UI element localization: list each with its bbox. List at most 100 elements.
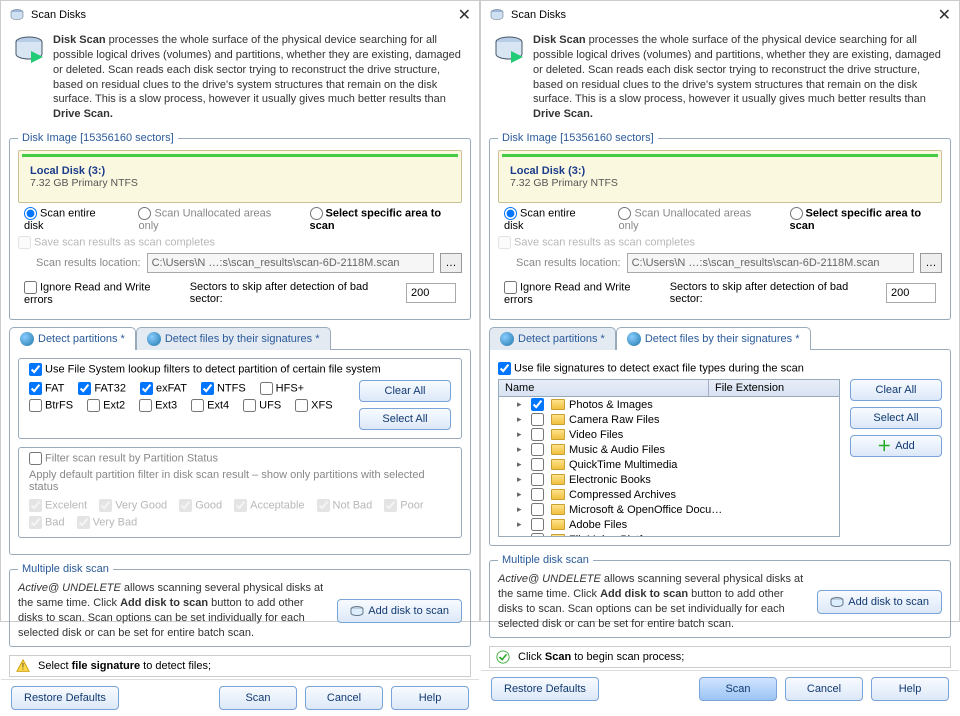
add-button[interactable]: ＋Add bbox=[850, 435, 942, 457]
expand-icon[interactable]: ▸ bbox=[517, 504, 527, 515]
fs-ext2-check[interactable]: Ext2 bbox=[87, 399, 125, 412]
close-icon[interactable]: ✕ bbox=[458, 5, 471, 25]
add-disk-button[interactable]: Add disk to scan bbox=[337, 599, 462, 623]
fs-hfs+-check[interactable]: HFS+ bbox=[260, 382, 304, 395]
cancel-button[interactable]: Cancel bbox=[305, 686, 383, 710]
tree-label: QuickTime Multimedia bbox=[569, 459, 677, 471]
radio-specific[interactable]: Select specific area to scan bbox=[310, 207, 456, 232]
status-good-check[interactable]: Good bbox=[179, 499, 222, 512]
fs-ext3-check[interactable]: Ext3 bbox=[139, 399, 177, 412]
tree-check[interactable] bbox=[531, 518, 544, 531]
select-all-button[interactable]: Select All bbox=[850, 407, 942, 429]
col-name[interactable]: Name bbox=[499, 380, 709, 396]
scan-button[interactable]: Scan bbox=[699, 677, 777, 701]
help-button[interactable]: Help bbox=[391, 686, 469, 710]
tree-check[interactable] bbox=[531, 458, 544, 471]
close-icon[interactable]: ✕ bbox=[938, 5, 951, 25]
radio-specific[interactable]: Select specific area to scan bbox=[790, 207, 936, 232]
expand-icon[interactable]: ▸ bbox=[517, 459, 527, 470]
status-acceptable-check[interactable]: Acceptable bbox=[234, 499, 304, 512]
help-button[interactable]: Help bbox=[871, 677, 949, 701]
radio-entire[interactable]: Scan entire disk bbox=[24, 207, 110, 232]
cancel-button[interactable]: Cancel bbox=[785, 677, 863, 701]
status-not-bad-check[interactable]: Not Bad bbox=[317, 499, 373, 512]
disk-box[interactable]: Local Disk (3:) 7.32 GB Primary NTFS bbox=[18, 150, 462, 203]
add-disk-button[interactable]: Add disk to scan bbox=[817, 590, 942, 614]
status-poor-check[interactable]: Poor bbox=[384, 499, 423, 512]
ignore-errors-check[interactable]: Ignore Read and Write errors bbox=[24, 281, 180, 306]
tree-row[interactable]: ▸Video Files bbox=[499, 427, 839, 442]
tree-row[interactable]: ▸Photos & Images bbox=[499, 397, 839, 412]
tree-row[interactable]: ▸ FileMaker Platform bbox=[499, 532, 839, 537]
status-bad-check[interactable]: Bad bbox=[29, 516, 65, 529]
status-very-bad-check[interactable]: Very Bad bbox=[77, 516, 138, 529]
use-sigs-check[interactable]: Use file signatures to detect exact file… bbox=[498, 362, 804, 375]
expand-icon[interactable]: ▸ bbox=[517, 534, 527, 537]
fs-fat-check[interactable]: FAT bbox=[29, 382, 64, 395]
sectors-skip-input[interactable] bbox=[886, 283, 936, 303]
disk-image-group: Disk Image [15356160 sectors] Local Disk… bbox=[489, 132, 951, 320]
clear-all-button[interactable]: Clear All bbox=[850, 379, 942, 401]
sectors-skip-input[interactable] bbox=[406, 283, 456, 303]
tab-partitions[interactable]: Detect partitions * bbox=[489, 327, 616, 350]
expand-icon[interactable]: ▸ bbox=[517, 414, 527, 425]
expand-icon[interactable]: ▸ bbox=[517, 474, 527, 485]
radio-unalloc[interactable]: Scan Unallocated areas only bbox=[138, 207, 281, 232]
tree-row[interactable]: ▸Adobe Files bbox=[499, 517, 839, 532]
tree-check[interactable] bbox=[531, 443, 544, 456]
tree-row[interactable]: ▸Camera Raw Files bbox=[499, 412, 839, 427]
expand-icon[interactable]: ▸ bbox=[517, 489, 527, 500]
tree-check[interactable] bbox=[531, 398, 544, 411]
tab-signatures[interactable]: Detect files by their signatures * bbox=[616, 327, 811, 350]
tree-label: FileMaker Platform bbox=[569, 534, 661, 538]
col-ext[interactable]: File Extension bbox=[709, 380, 839, 396]
fs-xfs-check[interactable]: XFS bbox=[295, 399, 332, 412]
fs-ext4-check[interactable]: Ext4 bbox=[191, 399, 229, 412]
restore-defaults-button[interactable]: Restore Defaults bbox=[11, 686, 119, 710]
save-results-check[interactable]: Save scan results as scan completes bbox=[498, 236, 695, 249]
drive-icon bbox=[489, 7, 505, 23]
radio-unalloc[interactable]: Scan Unallocated areas only bbox=[618, 207, 761, 232]
fs-btrfs-check[interactable]: BtrFS bbox=[29, 399, 73, 412]
expand-icon[interactable]: ▸ bbox=[517, 519, 527, 530]
tree-check[interactable] bbox=[531, 473, 544, 486]
expand-icon[interactable]: ▸ bbox=[517, 429, 527, 440]
tree-check[interactable] bbox=[531, 533, 544, 537]
restore-defaults-button[interactable]: Restore Defaults bbox=[491, 677, 599, 701]
clear-all-button[interactable]: Clear All bbox=[359, 380, 451, 402]
expand-icon[interactable]: ▸ bbox=[517, 399, 527, 410]
browse-button[interactable]: … bbox=[440, 253, 462, 273]
radio-entire[interactable]: Scan entire disk bbox=[504, 207, 590, 232]
file-type-tree[interactable]: Name File Extension ▸Photos & Images▸Cam… bbox=[498, 379, 840, 537]
tree-row[interactable]: ▸Electronic Books bbox=[499, 472, 839, 487]
tab-signatures[interactable]: Detect files by their signatures * bbox=[136, 327, 331, 350]
fs-ufs-check[interactable]: UFS bbox=[243, 399, 281, 412]
fs-exfat-check[interactable]: exFAT bbox=[140, 382, 187, 395]
filter-status-check[interactable]: Filter scan result by Partition Status bbox=[29, 452, 218, 465]
tree-row[interactable]: ▸ QuickTime Multimedia bbox=[499, 457, 839, 472]
status-very-good-check[interactable]: Very Good bbox=[99, 499, 167, 512]
tree-row[interactable]: ▸Microsoft & OpenOffice Docu… bbox=[499, 502, 839, 517]
scan-button[interactable]: Scan bbox=[219, 686, 297, 710]
tree-row[interactable]: ▸Music & Audio Files bbox=[499, 442, 839, 457]
tree-check[interactable] bbox=[531, 413, 544, 426]
fs-fat32-check[interactable]: FAT32 bbox=[78, 382, 126, 395]
select-all-button[interactable]: Select All bbox=[359, 408, 451, 430]
fs-ntfs-check[interactable]: NTFS bbox=[201, 382, 246, 395]
tree-check[interactable] bbox=[531, 503, 544, 516]
tab-body-partitions: Use File System lookup filters to detect… bbox=[9, 349, 471, 555]
save-results-check[interactable]: Save scan results as scan completes bbox=[18, 236, 215, 249]
tree-row[interactable]: ▸Compressed Archives bbox=[499, 487, 839, 502]
expand-icon[interactable]: ▸ bbox=[517, 444, 527, 455]
tree-check[interactable] bbox=[531, 488, 544, 501]
use-filters-check[interactable]: Use File System lookup filters to detect… bbox=[29, 363, 381, 376]
tree-check[interactable] bbox=[531, 428, 544, 441]
disk-box[interactable]: Local Disk (3:) 7.32 GB Primary NTFS bbox=[498, 150, 942, 203]
results-path-input[interactable] bbox=[147, 253, 434, 273]
tab-partitions[interactable]: Detect partitions * bbox=[9, 327, 136, 350]
status-excelent-check[interactable]: Excelent bbox=[29, 499, 87, 512]
signatures-tab-icon bbox=[627, 332, 641, 346]
ignore-errors-check[interactable]: Ignore Read and Write errors bbox=[504, 281, 660, 306]
results-path-input[interactable] bbox=[627, 253, 914, 273]
browse-button[interactable]: … bbox=[920, 253, 942, 273]
